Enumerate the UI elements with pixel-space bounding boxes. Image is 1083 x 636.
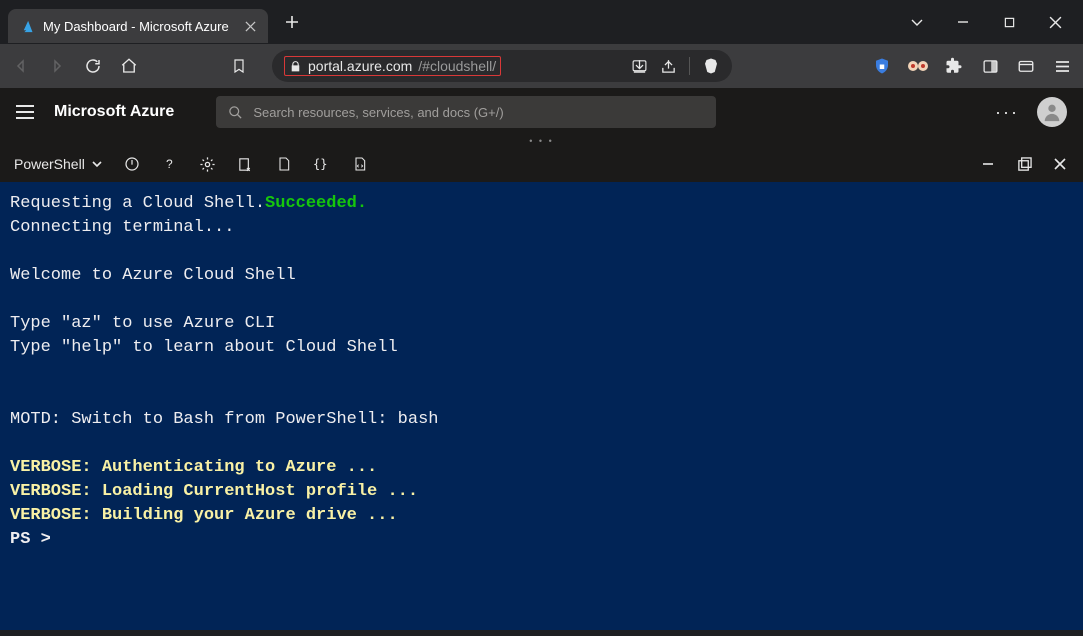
term-line: Requesting a Cloud Shell. [10, 194, 265, 213]
panel-icon [982, 58, 999, 75]
install-icon[interactable] [631, 58, 648, 75]
cloudshell-terminal[interactable]: Requesting a Cloud Shell.Succeeded. Conn… [0, 182, 1083, 630]
reload-icon [84, 57, 102, 75]
braces-button[interactable]: {} [313, 155, 331, 173]
nav-back-button[interactable] [10, 55, 32, 77]
browser-titlebar: My Dashboard - Microsoft Azure [0, 0, 1083, 44]
puzzle-icon [945, 57, 963, 75]
url-bar[interactable]: portal.azure.com /#cloudshell/ [272, 50, 732, 82]
editor-button[interactable] [351, 155, 369, 173]
svg-text:?: ? [166, 157, 173, 171]
shell-mode-label: PowerShell [14, 156, 85, 172]
lock-icon [289, 60, 302, 73]
triangle-right-icon [50, 59, 64, 73]
search-icon [228, 105, 243, 120]
term-line: Type "help" to learn about Cloud Shell [10, 338, 398, 357]
eyes-icon [907, 59, 929, 73]
extension-icons [871, 55, 1073, 77]
shell-mode-dropdown[interactable]: PowerShell [14, 156, 103, 172]
window-maximize[interactable] [999, 12, 1019, 32]
url-host: portal.azure.com [308, 58, 412, 74]
bookmark-icon [231, 58, 247, 74]
extensions-button[interactable] [943, 55, 965, 77]
file-icon [276, 156, 292, 172]
minimize-icon [957, 16, 969, 28]
gear-icon [199, 156, 216, 173]
azure-search-box[interactable] [216, 96, 716, 128]
azure-brand: Microsoft Azure [54, 103, 174, 121]
term-line: Type "az" to use Azure CLI [10, 314, 275, 333]
term-status: Succeeded. [265, 194, 367, 213]
power-icon [124, 156, 140, 172]
term-verbose: VERBOSE: Loading CurrentHost profile ... [10, 482, 418, 501]
upload-icon [237, 156, 254, 173]
plus-icon [285, 15, 299, 29]
minimize-icon [981, 157, 995, 171]
nav-forward-button[interactable] [46, 55, 68, 77]
ext-icon-1[interactable] [871, 55, 893, 77]
cloudshell-toolbar: PowerShell ? {} [0, 146, 1083, 182]
term-line: Connecting terminal... [10, 218, 234, 237]
chevron-down-icon [910, 15, 924, 29]
divider [689, 57, 690, 75]
ext-icon-2[interactable] [907, 55, 929, 77]
window-minimize[interactable] [953, 12, 973, 32]
term-line: MOTD: Switch to Bash from PowerShell: ba… [10, 410, 438, 429]
file-code-icon [352, 156, 368, 172]
settings-button[interactable] [199, 155, 217, 173]
nav-reload-button[interactable] [82, 55, 104, 77]
question-icon: ? [162, 156, 178, 172]
wallet-icon [1017, 57, 1035, 75]
maximize-shell-button[interactable] [1015, 155, 1033, 173]
azure-portal-header: Microsoft Azure ··· [0, 88, 1083, 136]
tab-title: My Dashboard - Microsoft Azure [43, 19, 234, 34]
maximize-icon [1017, 157, 1032, 172]
azure-search-input[interactable] [253, 105, 704, 120]
term-prompt: PS > [10, 530, 61, 549]
person-icon [1041, 101, 1063, 123]
close-icon [245, 21, 256, 32]
triangle-left-icon [14, 59, 28, 73]
share-icon[interactable] [660, 58, 677, 75]
upload-button[interactable] [237, 155, 255, 173]
sidepanel-button[interactable] [979, 55, 1001, 77]
bookmark-button[interactable] [228, 55, 250, 77]
azure-icon [20, 19, 35, 34]
restart-button[interactable] [123, 155, 141, 173]
minimize-shell-button[interactable] [979, 155, 997, 173]
svg-text:{}: {} [313, 157, 327, 171]
user-avatar[interactable] [1037, 97, 1067, 127]
url-actions [631, 57, 720, 75]
home-icon [120, 57, 138, 75]
url-path: /#cloudshell/ [418, 58, 496, 74]
portal-menu-button[interactable] [16, 102, 36, 122]
browser-toolbar: portal.azure.com /#cloudshell/ [0, 44, 1083, 88]
chevron-down-icon [91, 158, 103, 170]
close-shell-button[interactable] [1051, 155, 1069, 173]
wallet-button[interactable] [1015, 55, 1037, 77]
braces-icon: {} [313, 156, 331, 172]
portal-more-button[interactable]: ··· [995, 102, 1019, 123]
tab-close-button[interactable] [242, 18, 258, 34]
window-close[interactable] [1045, 12, 1065, 32]
maximize-icon [1004, 17, 1015, 28]
term-verbose: VERBOSE: Authenticating to Azure ... [10, 458, 377, 477]
nav-home-button[interactable] [118, 55, 140, 77]
term-line: Welcome to Azure Cloud Shell [10, 266, 296, 285]
close-icon [1053, 157, 1067, 171]
new-tab-button[interactable] [278, 8, 306, 36]
newfile-button[interactable] [275, 155, 293, 173]
term-verbose: VERBOSE: Building your Azure drive ... [10, 506, 398, 525]
hamburger-icon [1054, 58, 1071, 75]
window-controls [907, 12, 1075, 32]
close-icon [1049, 16, 1062, 29]
help-button[interactable]: ? [161, 155, 179, 173]
url-highlight-box: portal.azure.com /#cloudshell/ [284, 56, 501, 76]
window-dropdown[interactable] [907, 12, 927, 32]
brave-icon [702, 57, 720, 75]
browser-tab[interactable]: My Dashboard - Microsoft Azure [8, 9, 268, 43]
drag-handle[interactable]: • • • [0, 136, 1083, 146]
shield-icon [873, 57, 891, 75]
browser-menu-button[interactable] [1051, 55, 1073, 77]
